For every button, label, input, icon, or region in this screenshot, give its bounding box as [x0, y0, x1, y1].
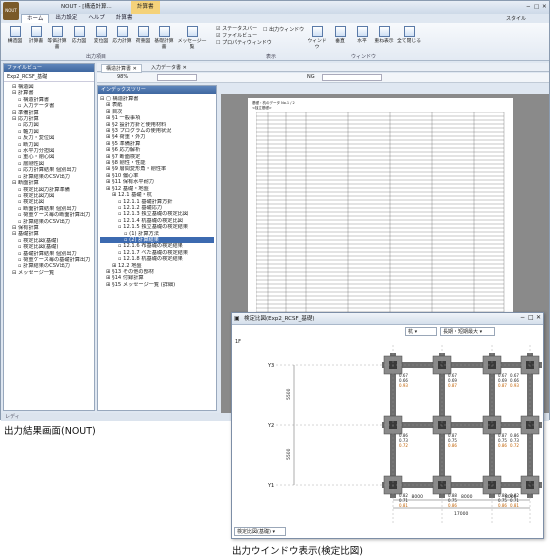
style-label[interactable]: スタイル — [506, 15, 526, 22]
check-ratio-diagram: X1X2X3X4Y3Y2Y155005500800080008000170000… — [267, 345, 542, 525]
window-icon-small: ▣ — [234, 315, 240, 322]
file-tree-item[interactable]: ⊟ メッセージ一覧 — [6, 270, 92, 276]
structure-drawing-icon — [9, 26, 21, 37]
tab-output-settings[interactable]: 出力設定 — [50, 14, 82, 23]
minimize-icon[interactable]: − — [526, 1, 531, 14]
output-window-check[interactable]: ☐ 出力ウィンドウ — [263, 26, 304, 33]
close-icon[interactable]: ✕ — [542, 1, 547, 14]
sub-window-title: 検定比図(Exp2_RCSF_基礎) — [232, 313, 543, 325]
foundation-report-button[interactable]: 基礎計算書 — [153, 26, 175, 50]
foundation-report-icon — [158, 26, 170, 37]
displacement-diagram-button[interactable]: 変位図 — [90, 26, 112, 50]
ribbon: 構造図 計算書 等価計算書 応力図 変位図 応力計算 荷重図 基礎計算書 メッセ… — [1, 23, 549, 61]
app-logo[interactable]: NOUT — [3, 2, 19, 20]
x-dim-label: 8000 — [461, 494, 473, 500]
tab-report[interactable]: 計算書 — [111, 14, 138, 23]
file-tree-item[interactable]: ▫ 荷重ケース毎の断面計算出力 — [6, 212, 92, 218]
ratio-value: 0.93 — [399, 383, 408, 388]
equivalent-report-button[interactable]: 等価計算書 — [46, 26, 68, 50]
y-grid-label: Y1 — [267, 483, 274, 489]
property-window-check[interactable]: ☐ プロパティウィンドウ — [216, 40, 272, 47]
window-button[interactable]: ウィンドウ — [306, 26, 328, 50]
doc-toolbar: 98% NG — [97, 73, 549, 83]
report-table — [256, 112, 505, 313]
tile-vertical-icon — [334, 26, 346, 37]
context-tab: 計算書 — [131, 1, 160, 14]
message-list-icon — [186, 26, 198, 37]
y-grid-label: Y2 — [267, 423, 274, 429]
ratio-value: 0.86 — [448, 503, 457, 508]
ribbon-tabs: ホーム 出力設定 ヘルプ 計算書 — [21, 14, 137, 23]
diagram-type-select[interactable]: 検定比図(基礎) ▾ — [234, 527, 286, 536]
caption-right: 出力ウインドウ表示(検定比図) — [232, 546, 363, 557]
zoom-level[interactable]: 98% — [117, 74, 128, 80]
maximize-icon[interactable]: □ — [534, 1, 539, 14]
report-icon — [30, 26, 42, 37]
y-dim-label: 5500 — [286, 448, 292, 460]
tile-horizontal-icon — [356, 26, 368, 37]
tab-structure-report[interactable]: 構造計算書 ✕ — [101, 64, 142, 73]
sub-minimize-icon[interactable]: − — [520, 314, 525, 321]
file-tree: ⊟ 構造図 ⊟ 計算書 ▫ 構造計算書 ▫ 入力データ書 ⊟ 準備計算 ⊟ 応力計算 ▫ 応… — [4, 82, 94, 278]
check-ratio-window: 検定比図(Exp2_RCSF_基礎) ▣ − □ ✕ 杭 ▾ 長期・短期最大 ▾… — [231, 312, 544, 539]
cascade-icon — [378, 26, 390, 37]
message-list-button[interactable]: メッセージ一覧 — [177, 26, 207, 50]
index-tree: ⊟ ▢ 構造計算書 ⊞ 表紙 ⊞ 目次 ⊞ §1 一般事項 ⊞ §2 設計方針と使用材… — [98, 94, 216, 290]
index-tree-header: インデックスツリー — [98, 86, 216, 94]
page-section: <独立基礎> — [252, 106, 272, 110]
ratio-value: 0.86 — [448, 443, 457, 448]
ratio-value: 0.72 — [399, 443, 408, 448]
stress-diagram-button[interactable]: 応力図 — [68, 26, 90, 50]
index-tree-item[interactable]: ⊞ §15 メッセージ一覧 (詳細) — [100, 282, 214, 288]
ratio-value: 0.72 — [510, 443, 519, 448]
tab-home[interactable]: ホーム — [21, 14, 50, 23]
window-icon — [311, 26, 323, 37]
page-select[interactable] — [157, 74, 197, 81]
close-all-button[interactable]: 全て閉じる — [396, 26, 422, 50]
caption-left: 出力結果画面(NOUT) — [4, 426, 96, 437]
report-button[interactable]: 計算書 — [25, 26, 47, 50]
y-grid-label: Y3 — [267, 363, 274, 369]
stress-calc-icon — [116, 26, 128, 37]
close-all-icon — [403, 26, 415, 37]
group-view-label: 表示 — [266, 54, 277, 60]
title-bar: NOUT NOUT - [構造計算... 計算書 − □ ✕ — [1, 1, 549, 20]
tab-input-data[interactable]: 入力データ書 ✕ — [147, 64, 191, 71]
load-diagram-button[interactable]: 荷重図 — [132, 26, 154, 50]
tile-horizontal-button[interactable]: 水平 — [351, 26, 373, 50]
ratio-value: 0.93 — [510, 383, 519, 388]
stress-diagram-icon — [73, 26, 85, 37]
file-name[interactable]: Exp2_RCSF_基礎 — [4, 72, 94, 82]
ratio-value: 0.81 — [399, 503, 408, 508]
ratio-value: 0.87 — [448, 383, 457, 388]
cascade-button[interactable]: 重ね表示 — [373, 26, 395, 50]
tab-help[interactable]: ヘルプ — [83, 14, 110, 23]
window-title: NOUT - [構造計算... — [61, 4, 112, 10]
file-view-panel: ファイルビュー Exp2_RCSF_基礎 ⊟ 構造図 ⊟ 計算書 ▫ 構造計算書 ▫ … — [3, 63, 95, 411]
x-dim-label: 8000 — [412, 494, 424, 500]
total-dim-label: 17000 — [454, 511, 468, 517]
load-diagram-icon — [137, 26, 149, 37]
stress-calc-button[interactable]: 応力計算 — [111, 26, 133, 50]
doc-tabs: 構造計算書 ✕ 入力データ書 ✕ — [97, 63, 549, 73]
group-window-label: ウィンドウ — [351, 54, 377, 60]
group-output-label: 出力項目 — [86, 54, 107, 60]
structure-drawing-button[interactable]: 構造図 — [4, 26, 26, 50]
fileview-check[interactable]: ☑ ファイルビュー — [216, 33, 272, 40]
ng-select[interactable] — [322, 74, 382, 81]
y-dim-label: 5500 — [286, 388, 292, 400]
ratio-value: 0.86 — [498, 443, 507, 448]
equivalent-report-icon — [51, 26, 63, 37]
file-view-header: ファイルビュー — [4, 64, 94, 72]
ratio-value: 0.81 — [510, 503, 519, 508]
ng-filter[interactable]: NG — [307, 74, 315, 80]
ratio-value: 0.87 — [498, 383, 507, 388]
ratio-value: 0.86 — [498, 503, 507, 508]
displacement-diagram-icon — [95, 26, 107, 37]
tile-vertical-button[interactable]: 垂直 — [329, 26, 351, 50]
sub-maximize-icon[interactable]: □ — [528, 314, 534, 321]
index-tree-panel: インデックスツリー ⊟ ▢ 構造計算書 ⊞ 表紙 ⊞ 目次 ⊞ §1 一般事項 ⊞ §… — [97, 85, 217, 411]
sub-close-icon[interactable]: ✕ — [536, 314, 541, 321]
